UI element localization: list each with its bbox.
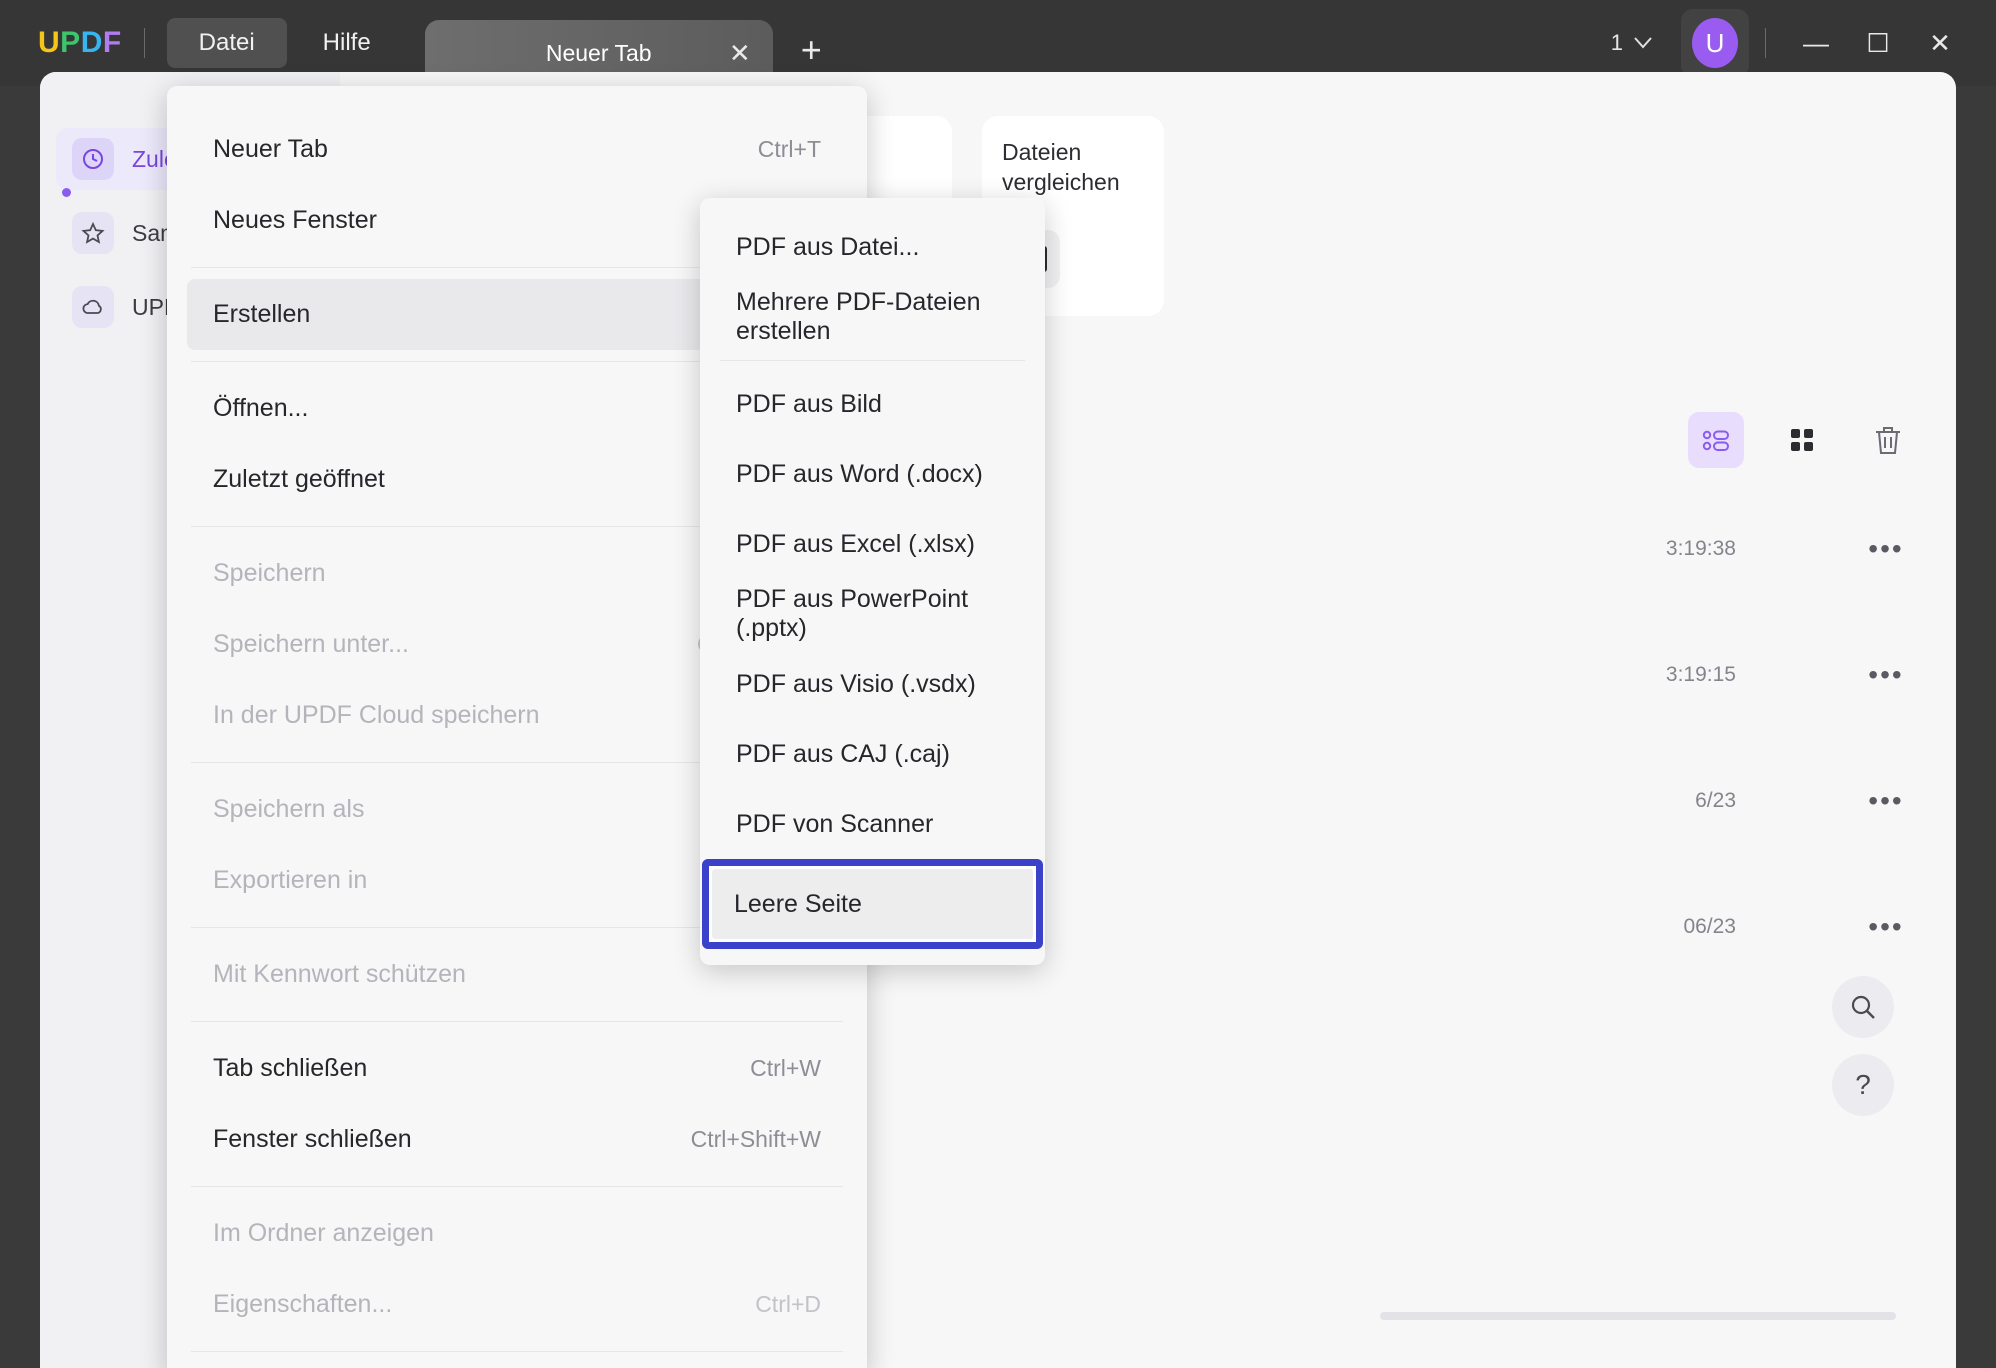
row-more-button[interactable]: ••• [1856,659,1916,691]
submenu-item-pdf-aus-powerpoint[interactable]: PDF aus PowerPoint (.pptx) [714,579,1031,649]
updf-window: U P D F Datei Hilfe Neuer Tab ✕ + 1 U — [0,0,1996,1368]
submenu-item-pdf-aus-word[interactable]: PDF aus Word (.docx) [714,439,1031,509]
menu-item-label: In der UPDF Cloud speichern [213,701,540,729]
menu-item-label: Neues Fenster [213,206,377,234]
submenu-separator [720,360,1025,361]
zoom-selector[interactable]: 1 [1611,30,1653,56]
plus-icon[interactable]: + [801,32,822,68]
row-more-button[interactable]: ••• [1856,533,1916,565]
menu-item-label: Öffnen... [213,394,309,422]
submenu-item-label: PDF aus Bild [736,389,882,418]
horizontal-scrollbar[interactable] [1380,1312,1896,1320]
submenu-item-pdf-aus-bild[interactable]: PDF aus Bild [714,369,1031,439]
avatar-button[interactable]: U [1681,9,1749,77]
menu-item-neuer-tab[interactable]: Neuer Tab Ctrl+T [187,114,847,185]
updf-logo: U P D F [38,26,122,60]
search-icon[interactable] [1832,976,1894,1038]
tab-label: Neuer Tab [545,39,652,66]
menu-item-shortcut: Ctrl+D [755,1291,821,1317]
submenu-item-pdf-aus-caj[interactable]: PDF aus CAJ (.caj) [714,719,1031,789]
submenu-item-pdf-aus-excel[interactable]: PDF aus Excel (.xlsx) [714,509,1031,579]
menu-item-label: Speichern [213,559,326,587]
submenu-item-label: PDF aus PowerPoint (.pptx) [736,585,969,642]
submenu-item-label: PDF aus Visio (.vsdx) [736,669,976,698]
row-more-button[interactable]: ••• [1856,911,1916,943]
cloud-icon [72,286,114,328]
menu-item-label: Erstellen [213,300,311,328]
titlebar-right: 1 U — ☐ ✕ [1611,9,1996,77]
menu-item-label: Neuer Tab [213,135,328,163]
menu-separator [191,1186,843,1187]
submenu-item-label: Leere Seite [734,889,862,918]
menu-item-im-ordner-anzeigen: Im Ordner anzeigen [187,1198,847,1269]
menu-item-label: Exportieren in [213,866,368,894]
menu-item-eigenschaften: Eigenschaften... Ctrl+D [187,1269,847,1340]
highlight-box: Leere Seite [702,859,1043,949]
status-dot [62,188,71,197]
menu-datei[interactable]: Datei [166,18,287,68]
logo-letter-f: F [102,26,122,59]
submenu-item-leere-seite[interactable]: Leere Seite [712,869,1033,939]
file-date: 3:19:15 [1665,663,1736,686]
menu-hilfe[interactable]: Hilfe [287,18,407,68]
menu-item-label: Tab schließen [213,1054,368,1082]
submenu-item-label: PDF aus CAJ (.caj) [736,739,950,768]
file-date: 6/23 [1695,789,1736,812]
menu-item-label: Speichern unter... [213,630,409,658]
clock-icon [72,138,114,180]
menu-item-label: Mit Kennwort schützen [213,960,466,988]
menu-item-label: Eigenschaften... [213,1290,393,1318]
help-label: ? [1855,1069,1871,1100]
menu-separator [191,1351,843,1352]
submenu-item-label: PDF aus Word (.docx) [736,459,983,488]
close-button[interactable]: ✕ [1912,28,1968,59]
trash-icon[interactable] [1860,412,1916,468]
close-icon[interactable]: ✕ [729,40,751,66]
divider [143,28,145,58]
submenu-item-label: PDF von Scanner [736,809,934,838]
submenu-item-pdf-aus-datei[interactable]: PDF aus Datei... [714,212,1031,282]
chevron-down-icon [1634,37,1652,49]
menu-separator [191,1021,843,1022]
maximize-button[interactable]: ☐ [1850,28,1906,59]
row-more-button[interactable]: ••• [1856,785,1916,817]
submenu-item-mehrere-pdf-dateien-erstellen[interactable]: Mehrere PDF-Dateien erstellen [714,282,1031,352]
submenu-item-label: Mehrere PDF-Dateien erstellen [736,288,981,345]
submenu-item-label: PDF aus Datei... [736,232,920,261]
logo-letter-d: D [80,26,103,59]
menu-item-label: Im Ordner anzeigen [213,1219,434,1247]
menu-item-fenster-schliessen[interactable]: Fenster schließen Ctrl+Shift+W [187,1104,847,1175]
file-date: 06/23 [1683,915,1736,938]
menu-item-tab-schliessen[interactable]: Tab schließen Ctrl+W [187,1033,847,1104]
menu-item-einstellungen[interactable]: Einstellungen... Ctrl+K [187,1363,847,1368]
menu-item-label: Fenster schließen [213,1125,412,1153]
menu-item-shortcut: Ctrl+Shift+W [690,1126,821,1152]
avatar: U [1692,18,1738,68]
card-title: Dateien vergleichen [1002,139,1120,195]
star-icon [72,212,114,254]
file-date: 3:19:38 [1665,537,1736,560]
menu-item-shortcut: Ctrl+W [750,1055,821,1081]
menu-item-shortcut: Ctrl+T [757,136,821,162]
menu-item-label: Zuletzt geöffnet [213,465,385,493]
minimize-button[interactable]: — [1788,28,1844,59]
view-buttons [1688,412,1916,468]
logo-letter-u: U [38,26,61,59]
help-icon[interactable]: ? [1832,1054,1894,1116]
submenu-item-pdf-aus-visio[interactable]: PDF aus Visio (.vsdx) [714,649,1031,719]
menu-item-label: Speichern als [213,795,365,823]
zoom-value: 1 [1610,30,1623,55]
list-view-icon[interactable] [1688,412,1744,468]
submenu-item-label: PDF aus Excel (.xlsx) [736,529,975,558]
divider [1765,28,1766,58]
logo-letter-p: P [60,26,81,59]
create-submenu: PDF aus Datei... Mehrere PDF-Dateien ers… [700,198,1045,965]
grid-view-icon[interactable] [1774,412,1830,468]
submenu-item-pdf-von-scanner[interactable]: PDF von Scanner [714,789,1031,859]
